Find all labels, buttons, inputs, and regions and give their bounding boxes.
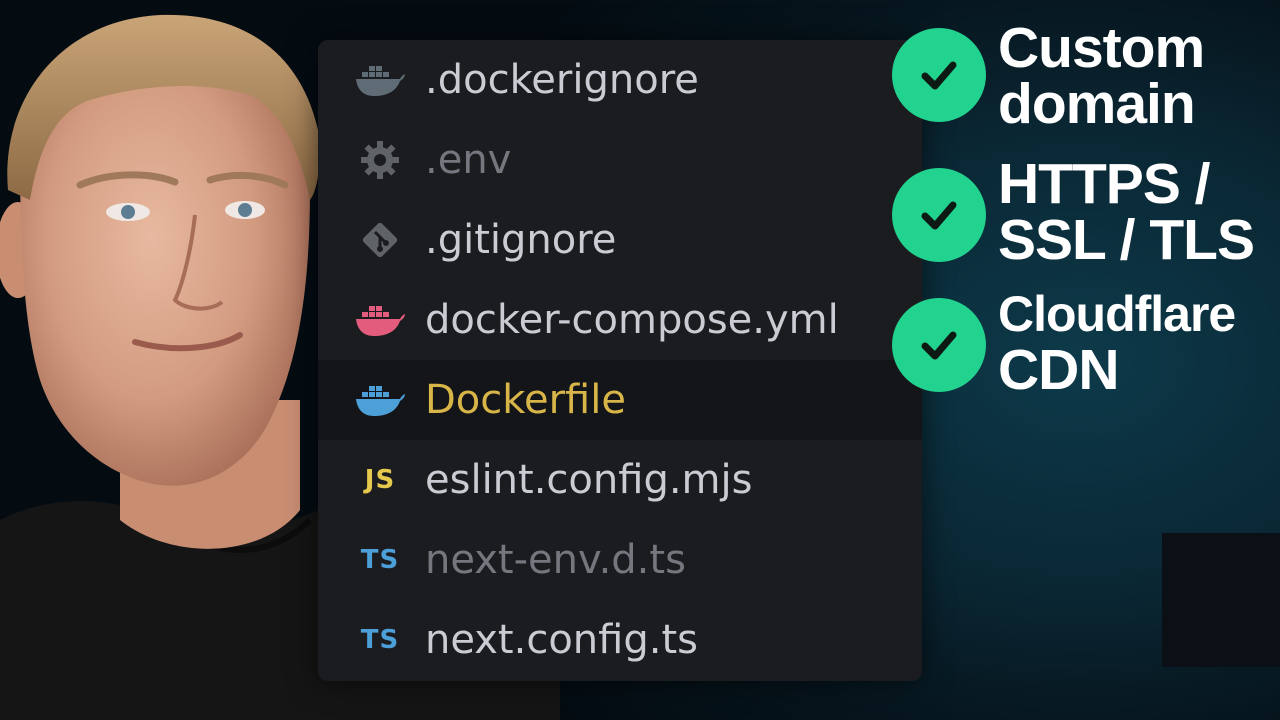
- git-icon: [354, 220, 406, 260]
- checklist-label: Cloudflare CDN: [998, 286, 1236, 402]
- file-row-next-env[interactable]: TS next-env.d.ts: [318, 520, 922, 600]
- ts-icon: TS: [360, 625, 400, 655]
- docker-icon: [354, 60, 406, 100]
- checklist-label: HTTPS / SSL / TLS: [998, 152, 1255, 272]
- file-row-next-config[interactable]: TS next.config.ts: [318, 600, 922, 680]
- check-icon: [892, 168, 986, 262]
- file-name: docker-compose.yml: [425, 297, 839, 343]
- file-name: Dockerfile: [425, 377, 626, 423]
- file-name: next-env.d.ts: [425, 537, 686, 583]
- file-row-eslint-config[interactable]: JS eslint.config.mjs: [318, 440, 922, 520]
- docker-icon: [354, 300, 406, 340]
- checklist-label: Custom domain: [998, 16, 1205, 136]
- docker-icon: [354, 380, 406, 420]
- corner-overlay: [1162, 533, 1280, 667]
- gear-icon: [354, 140, 406, 180]
- check-icon: [892, 298, 986, 392]
- file-row-docker-compose[interactable]: docker-compose.yml: [318, 280, 922, 360]
- file-name: next.config.ts: [425, 617, 698, 663]
- js-icon: JS: [364, 465, 396, 495]
- ts-icon: TS: [360, 545, 400, 575]
- file-name: eslint.config.mjs: [425, 457, 753, 503]
- file-row-dockerignore[interactable]: .dockerignore: [318, 40, 922, 120]
- file-row-dockerfile[interactable]: Dockerfile: [318, 360, 922, 440]
- file-name: .env: [425, 137, 512, 183]
- file-explorer-panel: .dockerignore .env .gitignore docker-com…: [318, 40, 922, 681]
- file-row-env[interactable]: .env: [318, 120, 922, 200]
- check-icon: [892, 28, 986, 122]
- file-name: .gitignore: [425, 217, 617, 263]
- file-name: .dockerignore: [425, 57, 699, 103]
- file-row-gitignore[interactable]: .gitignore: [318, 200, 922, 280]
